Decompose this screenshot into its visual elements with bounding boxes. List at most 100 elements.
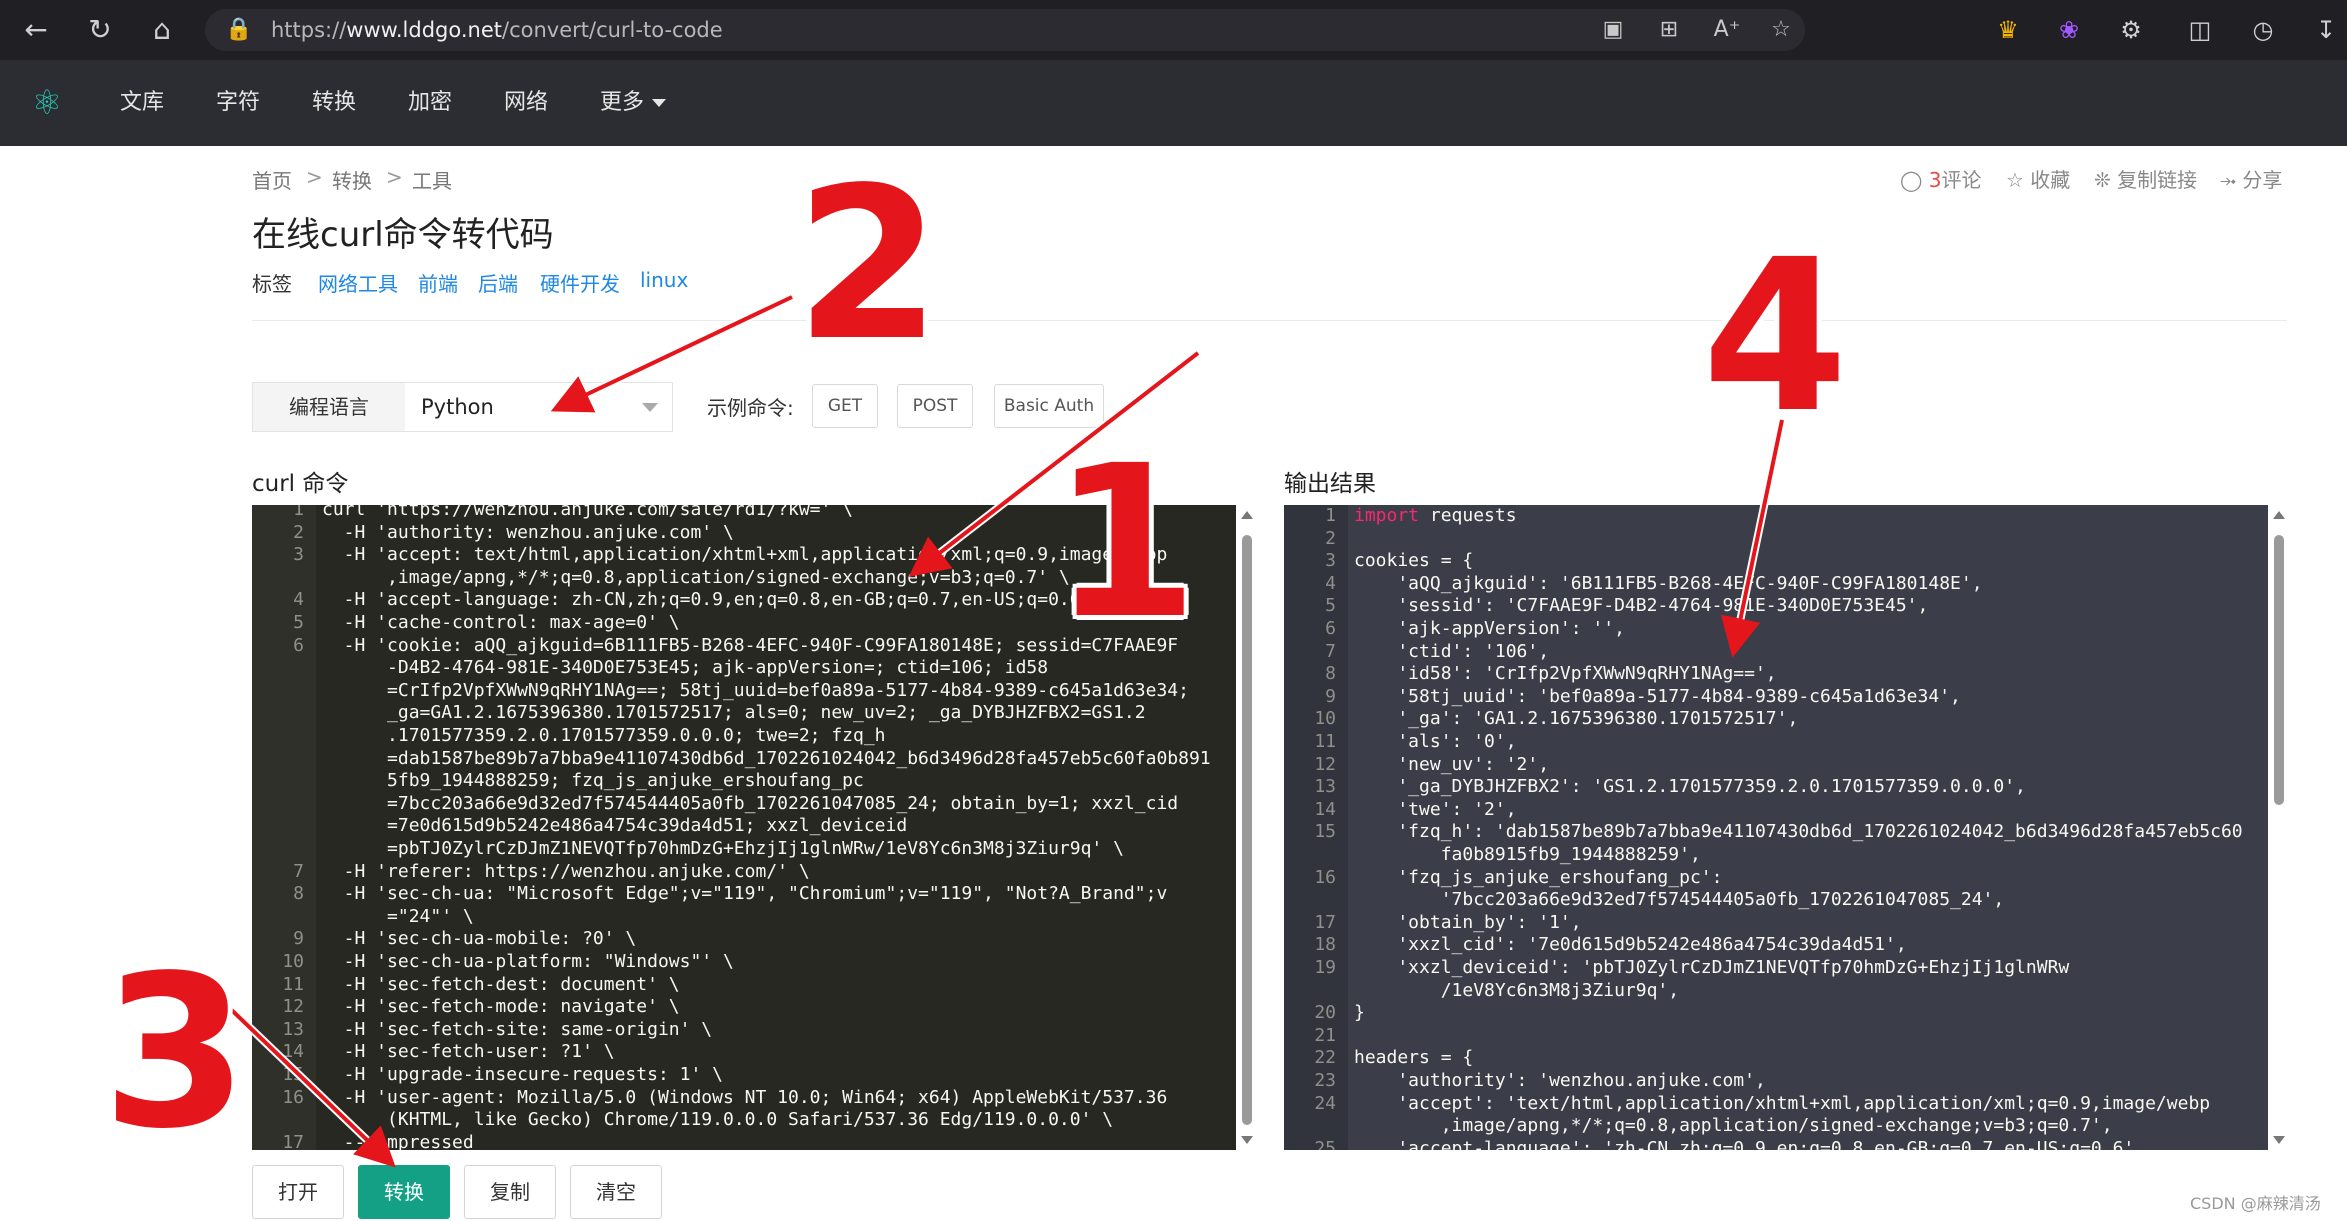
code-line: ,image/apng,*/*;q=0.8,application/signed…: [1284, 1115, 2268, 1138]
copy-link-icon: ❊: [2094, 168, 2111, 192]
favorite-star-icon[interactable]: ☆: [1765, 15, 1797, 45]
apps-icon[interactable]: ⊞: [1653, 15, 1685, 45]
code-line: 17 --compressed: [252, 1132, 1236, 1150]
scroll-thumb[interactable]: [2274, 535, 2284, 805]
line-number: 25: [1314, 1137, 1336, 1150]
comment-icon: ◯: [1900, 168, 1923, 192]
language-label: 编程语言: [252, 382, 406, 432]
line-number: 6: [293, 634, 304, 656]
extensions-icon[interactable]: ⚙: [2113, 12, 2149, 48]
line-number: 10: [282, 951, 304, 972]
breadcrumb-convert[interactable]: 转换: [332, 165, 372, 194]
code-line: _ga=GA1.2.1675396380.1701572517; als=0; …: [252, 702, 1236, 725]
breadcrumb-home[interactable]: 首页: [252, 165, 292, 194]
copy-button[interactable]: 复制: [464, 1165, 556, 1219]
download-icon[interactable]: ↧: [2308, 12, 2344, 48]
nav-more-label: 更多: [600, 90, 645, 115]
site-logo-icon[interactable]: ⚛: [26, 82, 68, 124]
line-number: 15: [1314, 821, 1336, 843]
line-number: 16: [1314, 866, 1336, 888]
nav-more[interactable]: 更多: [600, 60, 667, 146]
tag-backend[interactable]: 后端: [478, 268, 518, 297]
code-text: 'sessid': 'C7FAAE9F-D4B2-4764-981E-340D0…: [1354, 595, 1929, 617]
favorite-action[interactable]: ☆ 收藏: [2006, 164, 2070, 193]
code-text: -H 'authority: wenzhou.anjuke.com' \: [322, 521, 734, 543]
code-text: 'obtain_by': '1',: [1354, 911, 1582, 933]
nav-encrypt[interactable]: 加密: [408, 60, 452, 146]
code-line: 6 'ajk-appVersion': '',: [1284, 618, 2268, 641]
input-scrollbar[interactable]: [1236, 505, 1258, 1150]
code-output-editor[interactable]: 1 import requests 2 3 cookies = {4 'aQQ_ajkg…: [1284, 505, 2268, 1150]
code-line: 11 'als': '0',: [1284, 731, 2268, 754]
page-title: 在线curl命令转代码: [252, 215, 554, 255]
extension-cat-icon[interactable]: ♛: [1990, 12, 2026, 48]
clear-button[interactable]: 清空: [570, 1165, 662, 1219]
example-post-button[interactable]: POST: [897, 384, 973, 428]
tag-linux[interactable]: linux: [640, 268, 688, 292]
tag-frontend[interactable]: 前端: [418, 268, 458, 297]
line-number: 21: [1314, 1024, 1336, 1046]
code-text: -H 'sec-ch-ua-mobile: ?0' \: [322, 928, 637, 950]
output-scrollbar[interactable]: [2268, 505, 2290, 1150]
annotation-number-3: 3: [102, 930, 249, 1175]
code-text: 'xxzl_cid': '7e0d615d9b5242e486a4754c39d…: [1354, 934, 1907, 956]
nav-network[interactable]: 网络: [504, 60, 548, 146]
code-text: 'fzq_h': 'dab1587be89b7a7bba9e41107430db…: [1354, 821, 2243, 843]
code-text: -H 'upgrade-insecure-requests: 1' \: [322, 1064, 723, 1085]
read-aloud-icon[interactable]: A⁺: [1711, 15, 1743, 45]
language-value: Python: [421, 395, 494, 419]
line-number: 7: [1325, 640, 1336, 662]
line-number: 11: [282, 973, 304, 995]
code-line: 10 '_ga': 'GA1.2.1675396380.1701572517',: [1284, 708, 2268, 731]
code-text: curl 'https://wenzhou.anjuke.com/sale/rd…: [322, 505, 854, 520]
tag-hardware[interactable]: 硬件开发: [540, 268, 620, 297]
extension-brain-icon[interactable]: ❀: [2051, 12, 2087, 48]
code-line: 4 'aQQ_ajkguid': '6B111FB5-B268-4EFC-940…: [1284, 573, 2268, 596]
convert-button[interactable]: 转换: [358, 1165, 450, 1219]
scroll-up-icon[interactable]: [1241, 511, 1253, 519]
home-icon[interactable]: ⌂: [142, 10, 182, 50]
scroll-up-icon[interactable]: [2273, 511, 2285, 519]
scroll-down-icon[interactable]: [1241, 1136, 1253, 1144]
url-text[interactable]: https://www.lddgo.net/convert/curl-to-co…: [271, 9, 723, 51]
example-get-button[interactable]: GET: [812, 384, 878, 428]
comments-action[interactable]: ◯ 3评论: [1900, 164, 1981, 193]
address-bar[interactable]: 🔒 https://www.lddgo.net/convert/curl-to-…: [205, 9, 1805, 51]
open-button[interactable]: 打开: [252, 1165, 344, 1219]
code-line: 7 'ctid': '106',: [1284, 641, 2268, 664]
line-number: 10: [1314, 708, 1336, 730]
tag-network-tools[interactable]: 网络工具: [318, 268, 398, 297]
code-line: =pbTJ0ZylrCzDJmZ1NEVQTfp70hmDzG+EhzjIj1g…: [252, 838, 1236, 861]
share-icon: ⤞: [2220, 168, 2236, 192]
code-line: =dab1587be89b7a7bba9e41107430db6d_170226…: [252, 748, 1236, 771]
scroll-down-icon[interactable]: [2273, 1136, 2285, 1144]
line-number: 24: [1314, 1092, 1336, 1114]
line-number: 7: [293, 860, 304, 882]
copy-link-action[interactable]: ❊ 复制链接: [2094, 164, 2197, 193]
code-line: 13 '_ga_DYBJHZFBX2': 'GS1.2.1701577359.2…: [1284, 776, 2268, 799]
nav-library[interactable]: 文库: [120, 60, 164, 146]
nav-string[interactable]: 字符: [216, 60, 260, 146]
lock-icon[interactable]: 🔒: [225, 15, 252, 45]
history-icon[interactable]: ◷: [2245, 12, 2281, 48]
share-action[interactable]: ⤞ 分享: [2220, 164, 2282, 193]
breadcrumb-separator: >: [386, 165, 403, 189]
code-line: 15 -H 'upgrade-insecure-requests: 1' \: [252, 1064, 1236, 1087]
language-select[interactable]: Python: [405, 382, 673, 432]
split-screen-icon[interactable]: ◫: [2182, 12, 2218, 48]
refresh-icon[interactable]: ↻: [80, 10, 120, 50]
code-text: headers = {: [1354, 1047, 1474, 1069]
line-number: 19: [1314, 957, 1336, 978]
nav-convert[interactable]: 转换: [312, 60, 356, 146]
breadcrumb-tool: 工具: [412, 169, 452, 193]
code-line: 20}: [1284, 1002, 2268, 1025]
code-text: ,image/apng,*/*;q=0.8,application/signed…: [322, 566, 1070, 588]
scroll-thumb[interactable]: [1242, 535, 1252, 1125]
code-text: 'accept': 'text/html,application/xhtml+x…: [1354, 1092, 2211, 1114]
code-text: 'ctid': '106',: [1354, 640, 1550, 662]
annotation-number-4: 4: [1702, 214, 1849, 459]
code-text: -H 'sec-fetch-user: ?1' \: [322, 1041, 615, 1063]
devices-icon[interactable]: ▣: [1597, 15, 1629, 45]
back-icon[interactable]: ←: [16, 10, 56, 50]
code-text: =CrIfp2VpfXWwN9qRHY1NAg==; 58tj_uuid=bef…: [322, 679, 1189, 701]
